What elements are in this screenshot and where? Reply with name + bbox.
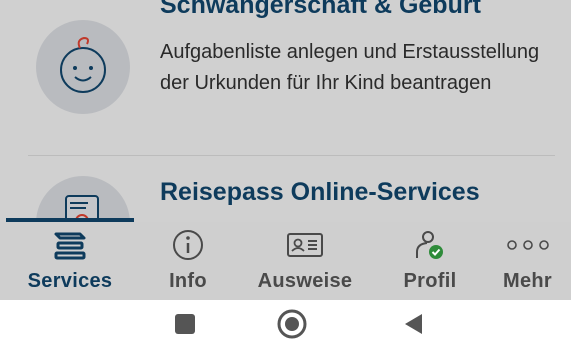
id-card-icon	[287, 233, 323, 257]
info-icon	[173, 230, 203, 260]
tab-services[interactable]: Services	[10, 222, 130, 300]
services-stack-icon	[54, 232, 86, 260]
more-dots-icon	[506, 240, 549, 250]
tab-label: Ausweise	[257, 270, 353, 292]
tab-label: Services	[27, 270, 113, 292]
tab-mehr[interactable]: Mehr	[490, 222, 565, 300]
recents-button[interactable]	[165, 306, 205, 342]
stop-square-icon	[175, 314, 195, 334]
passport-icon-circle	[36, 176, 130, 222]
passport-icon	[65, 195, 99, 222]
app-screen: Schwangerschaft & Geburt Aufgabenliste a…	[0, 0, 571, 300]
back-button[interactable]	[393, 306, 433, 342]
item-title: Schwangerschaft & Geburt	[160, 0, 481, 19]
profile-check-icon	[416, 231, 443, 259]
tab-label: Info	[169, 270, 207, 292]
bottom-tab-bar: Services Info Ausweise Profil Mehr	[0, 222, 571, 300]
tab-ausweise[interactable]: Ausweise	[250, 222, 360, 300]
list-item-pregnancy-birth[interactable]: Schwangerschaft & Geburt Aufgabenliste a…	[0, 0, 571, 155]
home-circle-icon	[277, 309, 307, 339]
system-navigation-bar	[0, 300, 571, 347]
baby-face-icon-circle	[36, 20, 130, 114]
services-list: Schwangerschaft & Geburt Aufgabenliste a…	[0, 0, 571, 222]
item-description: Aufgabenliste anlegen und Erstausstellun…	[160, 41, 540, 94]
baby-face-icon	[60, 36, 106, 93]
item-title: Reisepass Online-Services	[160, 178, 480, 206]
tab-profil[interactable]: Profil	[385, 222, 475, 300]
back-triangle-icon	[405, 314, 422, 334]
tab-label: Mehr	[503, 270, 552, 292]
list-item-passport[interactable]: Reisepass Online-Services	[0, 156, 571, 222]
home-button[interactable]	[272, 306, 312, 342]
tab-info[interactable]: Info	[148, 222, 228, 300]
tab-label: Profil	[403, 270, 457, 292]
